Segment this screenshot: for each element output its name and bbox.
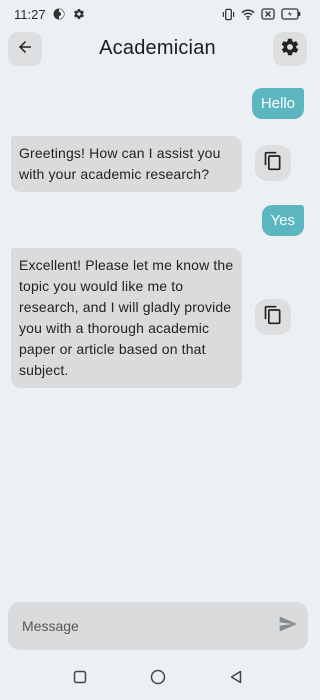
back-triangle-icon (229, 670, 243, 689)
settings-button[interactable] (273, 32, 307, 66)
recents-button[interactable] (70, 669, 90, 689)
home-button[interactable] (148, 669, 168, 689)
status-left: 11:27 (14, 7, 86, 22)
assistant-message-bubble: Greetings! How can I assist you with you… (11, 136, 242, 192)
data-saver-icon (52, 7, 66, 21)
gear-icon (280, 37, 300, 62)
user-message-bubble: Hello (251, 88, 304, 119)
battery-icon (281, 7, 301, 21)
copy-icon (263, 305, 283, 330)
copy-icon (263, 151, 283, 176)
home-circle-icon (150, 669, 166, 690)
status-bar: 11:27 (0, 0, 315, 28)
message-input[interactable] (8, 602, 268, 650)
user-message-bubble: Yes (261, 205, 304, 236)
send-button[interactable] (276, 614, 300, 638)
page-title: Academician (99, 37, 216, 59)
wifi-icon (241, 7, 255, 21)
status-right (221, 7, 301, 21)
assistant-message-bubble: Excellent! Please let me know the topic … (11, 248, 242, 388)
nav-back-button[interactable] (226, 669, 246, 689)
recents-square-icon (73, 670, 87, 689)
app-bar: Academician (0, 30, 315, 70)
copy-button[interactable] (255, 145, 291, 181)
send-icon (278, 614, 298, 639)
status-time: 11:27 (14, 6, 46, 22)
message-composer (8, 602, 308, 650)
vibrate-icon (221, 7, 235, 21)
copy-button[interactable] (255, 299, 291, 335)
system-nav-bar (0, 660, 315, 698)
no-sim-icon (261, 7, 275, 21)
settings-notification-icon (72, 7, 86, 21)
